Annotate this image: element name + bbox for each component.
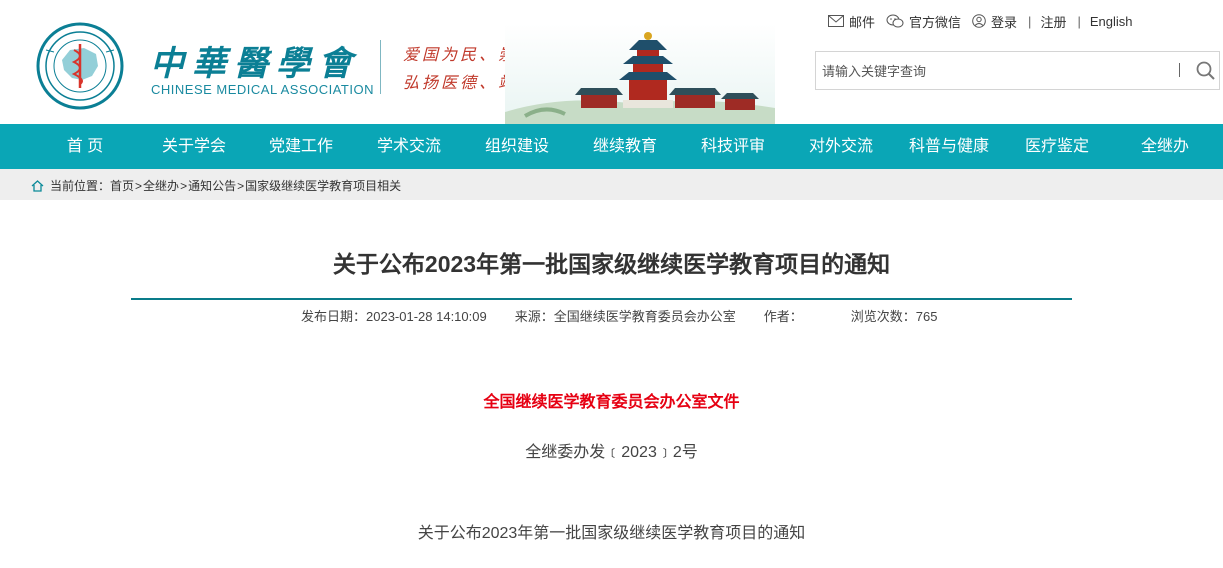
register-link-label: 注册 [1040,14,1067,30]
breadcrumb-separator: > [180,178,188,193]
user-icon [972,14,986,28]
nav-item-home[interactable]: 首 页 [67,124,103,169]
wechat-link[interactable]: 官方微信 [886,12,961,31]
english-link-label: English [1089,13,1133,29]
logo-chinese-wordmark[interactable]: 中華醫學會 [150,36,360,85]
nav-item-organization[interactable]: 组织建设 [485,124,549,169]
nav-item-science-review[interactable]: 科技评审 [701,124,765,169]
breadcrumb: 当前位置： 首页 > 全继办 > 通知公告 > 国家级继续医学教育项目相关 [31,177,401,194]
login-link[interactable]: 登录 [972,12,1017,31]
nav-item-party-building[interactable]: 党建工作 [269,124,333,169]
document-number: 全继委办发﹝2023﹞2号 [525,444,698,461]
title-underline [131,298,1072,300]
breadcrumb-cme-office[interactable]: 全继办 [143,177,179,194]
article-author: 作者： [763,309,803,324]
toplink-separator: | [1028,13,1032,29]
publish-date: 发布日期：2023-01-28 14:10:09 [301,309,487,324]
article-meta: 发布日期：2023-01-28 14:10:09 来源：全国继续医学教育委员会办… [301,306,965,325]
cma-emblem-logo[interactable] [36,22,124,110]
top-utility-links: 邮件 官方微信 登录 | 注册 | English [828,12,1143,30]
nav-item-about[interactable]: 关于学会 [162,124,226,169]
nav-item-medical-appraisal[interactable]: 医疗鉴定 [1025,124,1089,169]
nav-item-academic-exchange[interactable]: 学术交流 [377,124,441,169]
nav-item-cme-office[interactable]: 全继办 [1141,124,1189,169]
breadcrumb-current[interactable]: 国家级继续医学教育项目相关 [245,177,401,194]
logo-english-wordmark[interactable]: CHINESE MEDICAL ASSOCIATION [151,82,374,97]
wechat-icon [886,14,904,28]
article-source: 来源：全国继续医学教育委员会办公室 [514,309,736,324]
breadcrumb-home[interactable]: 首页 [110,177,134,194]
mail-link-label: 邮件 [849,14,876,30]
mail-icon [828,15,844,27]
english-link[interactable]: English [1090,14,1133,29]
toplink-separator: | [1077,13,1081,29]
document-subject: 关于公布2023年第一批国家级继续医学教育项目的通知 [417,525,806,542]
search-input[interactable] [822,61,1172,81]
login-link-label: 登录 [991,14,1018,30]
home-icon [31,179,44,192]
wechat-link-label: 官方微信 [909,14,962,30]
nav-item-science-health[interactable]: 科普与健康 [909,124,989,169]
site-search-box [815,51,1220,90]
search-divider [1179,63,1180,77]
breadcrumb-notices[interactable]: 通知公告 [188,177,236,194]
main-navigation: 首 页 关于学会 党建工作 学术交流 组织建设 继续教育 科技评审 对外交流 科… [0,124,1223,169]
article-title: 关于公布2023年第一批国家级继续医学教育项目的通知 [332,251,891,277]
nav-item-foreign-exchange[interactable]: 对外交流 [809,124,873,169]
register-link[interactable]: 注册 [1040,12,1066,31]
nav-item-continuing-education[interactable]: 继续教育 [593,124,657,169]
view-count: 浏览次数：765 [850,309,938,324]
breadcrumb-prefix: 当前位置： [50,179,111,193]
search-icon[interactable] [1194,59,1218,83]
temple-of-heaven-illustration [505,24,775,124]
breadcrumb-separator: > [237,178,245,193]
breadcrumb-separator: > [135,178,143,193]
breadcrumb-bar: 当前位置： 首页 > 全继办 > 通知公告 > 国家级继续医学教育项目相关 [0,169,1223,200]
document-issuer-heading: 全国继续医学教育委员会办公室文件 [483,394,740,411]
mail-link[interactable]: 邮件 [828,12,875,31]
site-header: 中華醫學會 CHINESE MEDICAL ASSOCIATION 爱国为民、崇… [0,0,1223,124]
logo-divider [380,40,381,94]
